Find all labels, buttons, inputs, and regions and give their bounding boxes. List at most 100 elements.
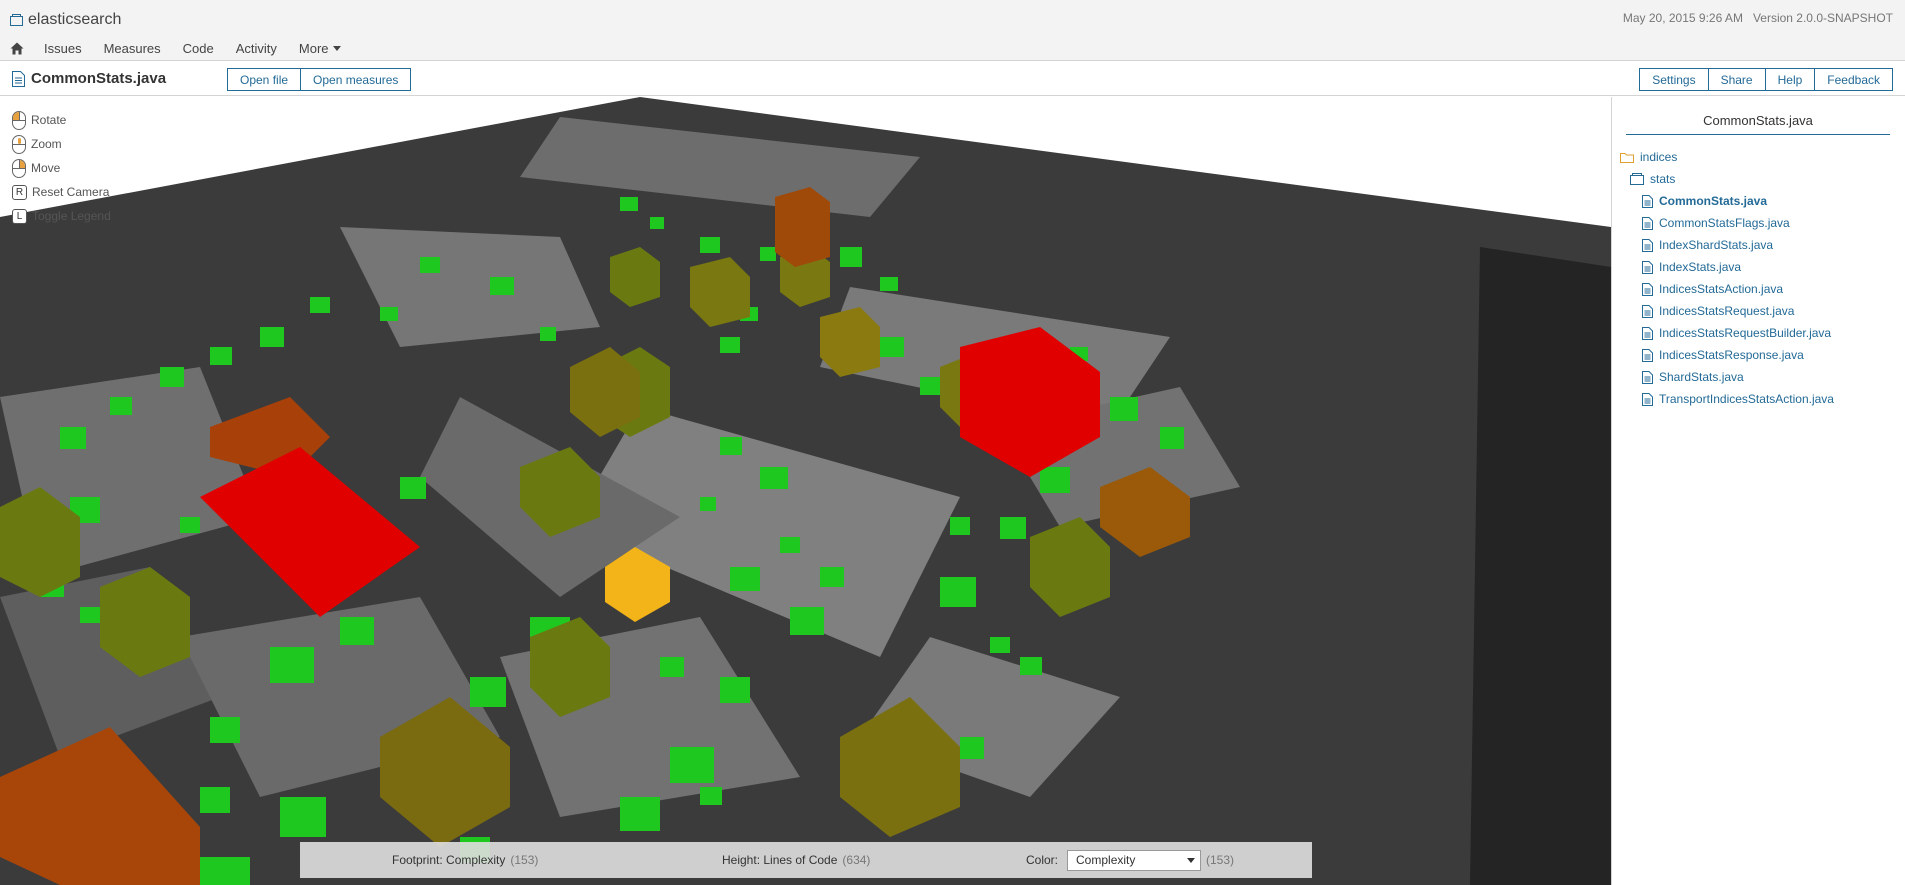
- tree-file-item[interactable]: IndicesStatsAction.java: [1642, 280, 1783, 298]
- tree-file-item[interactable]: TransportIndicesStatsAction.java: [1642, 390, 1834, 408]
- building: [540, 327, 556, 341]
- building: [620, 197, 638, 211]
- building: [210, 717, 240, 743]
- sidebar-title: CommonStats.java: [1626, 113, 1890, 135]
- color-count: (153): [1206, 853, 1235, 867]
- nav-code[interactable]: Code: [183, 41, 214, 56]
- tree-file-item[interactable]: IndicesStatsRequestBuilder.java: [1642, 324, 1831, 342]
- nav-more[interactable]: More: [299, 41, 341, 56]
- tree-file-item[interactable]: CommonStats.java: [1642, 192, 1767, 210]
- building: [700, 237, 720, 253]
- tree-file-label: IndicesStatsRequestBuilder.java: [1659, 326, 1832, 340]
- building: [730, 567, 760, 591]
- tree-file-item[interactable]: IndicesStatsResponse.java: [1642, 346, 1804, 364]
- building: [940, 577, 976, 607]
- share-button[interactable]: Share: [1708, 68, 1766, 91]
- tree-file-label: ShardStats.java: [1659, 370, 1744, 384]
- project-icon: [10, 14, 23, 26]
- tree-file-label: IndexShardStats.java: [1659, 238, 1774, 252]
- building: [760, 247, 776, 261]
- building: [960, 737, 984, 759]
- reset-camera-label: Reset Camera: [32, 185, 110, 199]
- tree-file-item[interactable]: ShardStats.java: [1642, 368, 1744, 386]
- open-measures-button[interactable]: Open measures: [301, 68, 412, 91]
- tree-file-item[interactable]: IndexShardStats.java: [1642, 236, 1773, 254]
- project-link[interactable]: elasticsearch: [10, 10, 121, 30]
- tree-package-label: stats: [1650, 172, 1676, 186]
- tree-file-item[interactable]: IndicesStatsRequest.java: [1642, 302, 1794, 320]
- building: [840, 247, 862, 267]
- height-label: Height: Lines of Code: [722, 853, 838, 867]
- tree-file-label: IndicesStatsRequest.java: [1659, 304, 1795, 318]
- height-count: (634): [842, 853, 871, 867]
- tree-folder-indices[interactable]: indices: [1620, 148, 1677, 166]
- rotate-label: Rotate: [31, 113, 67, 127]
- file-icon: [1642, 282, 1653, 296]
- building: [380, 307, 398, 321]
- version-label: Version 2.0.0-SNAPSHOT: [1752, 11, 1893, 25]
- reset-camera-control[interactable]: R Reset Camera: [12, 180, 111, 204]
- home-link[interactable]: [10, 42, 24, 55]
- building: [880, 337, 904, 357]
- building: [470, 677, 506, 707]
- nav-activity[interactable]: Activity: [236, 41, 277, 56]
- tree-folder-label: indices: [1640, 150, 1678, 164]
- building: [920, 377, 942, 395]
- chevron-down-icon: [332, 45, 341, 51]
- building: [780, 537, 800, 553]
- tree-package-stats[interactable]: stats: [1630, 170, 1675, 188]
- tree-file-item[interactable]: CommonStatsFlags.java: [1642, 214, 1790, 232]
- building: [180, 517, 200, 533]
- help-button[interactable]: Help: [1765, 68, 1816, 91]
- mouse-right-click-icon: [12, 158, 26, 178]
- building: [990, 637, 1010, 653]
- move-control: Move: [12, 156, 111, 180]
- code-city-canvas[interactable]: [0, 97, 1611, 885]
- toggle-legend-label: Toggle Legend: [32, 209, 111, 223]
- mouse-wheel-icon: [12, 134, 26, 154]
- analysis-date: May 20, 2015 9:26 AM: [1622, 11, 1743, 25]
- footprint-count: (153): [510, 853, 539, 867]
- component-bar: CommonStats.java Open file Open measures…: [0, 62, 1905, 96]
- color-label: Color:: [1026, 853, 1059, 867]
- color-metric-select[interactable]: Complexity: [1067, 849, 1202, 871]
- rotate-control: Rotate: [12, 108, 111, 132]
- building: [80, 607, 100, 623]
- chevron-down-icon: [1187, 857, 1196, 863]
- building: [270, 647, 314, 683]
- nav-issues[interactable]: Issues: [44, 41, 82, 56]
- camera-controls: Rotate Zoom Move R Reset Camera L Toggle…: [12, 108, 111, 228]
- file-icon: [1642, 326, 1653, 340]
- file-icon: [1642, 370, 1653, 384]
- package-icon: [1630, 173, 1644, 185]
- building: [1160, 427, 1184, 449]
- metric-legend: Footprint: Complexity (153) Height: Line…: [300, 842, 1312, 878]
- building: [820, 567, 844, 587]
- r-key-icon: R: [12, 184, 27, 200]
- building: [775, 187, 830, 267]
- building: [1020, 657, 1042, 675]
- zoom-control: Zoom: [12, 132, 111, 156]
- tree-file-item[interactable]: IndexStats.java: [1642, 258, 1741, 276]
- nav-measures[interactable]: Measures: [104, 41, 161, 56]
- header-meta: May 20, 2015 9:26 AM Version 2.0.0-SNAPS…: [1623, 11, 1893, 25]
- open-file-button[interactable]: Open file: [227, 68, 302, 91]
- tree-file-label: IndexStats.java: [1659, 260, 1742, 274]
- building: [60, 427, 86, 449]
- building: [200, 857, 250, 885]
- folder-icon: [1620, 152, 1634, 163]
- color-legend: Color: Complexity (153): [1026, 842, 1234, 878]
- building: [1000, 517, 1026, 539]
- feedback-button[interactable]: Feedback: [1815, 68, 1893, 91]
- code-city-view[interactable]: Rotate Zoom Move R Reset Camera L Toggle…: [0, 97, 1611, 885]
- toggle-legend-control[interactable]: L Toggle Legend: [12, 204, 111, 228]
- building: [760, 467, 788, 489]
- footprint-label: Footprint: Complexity: [392, 853, 506, 867]
- file-tree-panel: CommonStats.java indices stats CommonSta…: [1611, 97, 1905, 885]
- l-key-icon: L: [12, 208, 27, 224]
- settings-button[interactable]: Settings: [1639, 68, 1709, 91]
- home-icon: [10, 42, 24, 54]
- building: [310, 297, 330, 313]
- building: [110, 397, 132, 415]
- file-icon: [1642, 260, 1653, 274]
